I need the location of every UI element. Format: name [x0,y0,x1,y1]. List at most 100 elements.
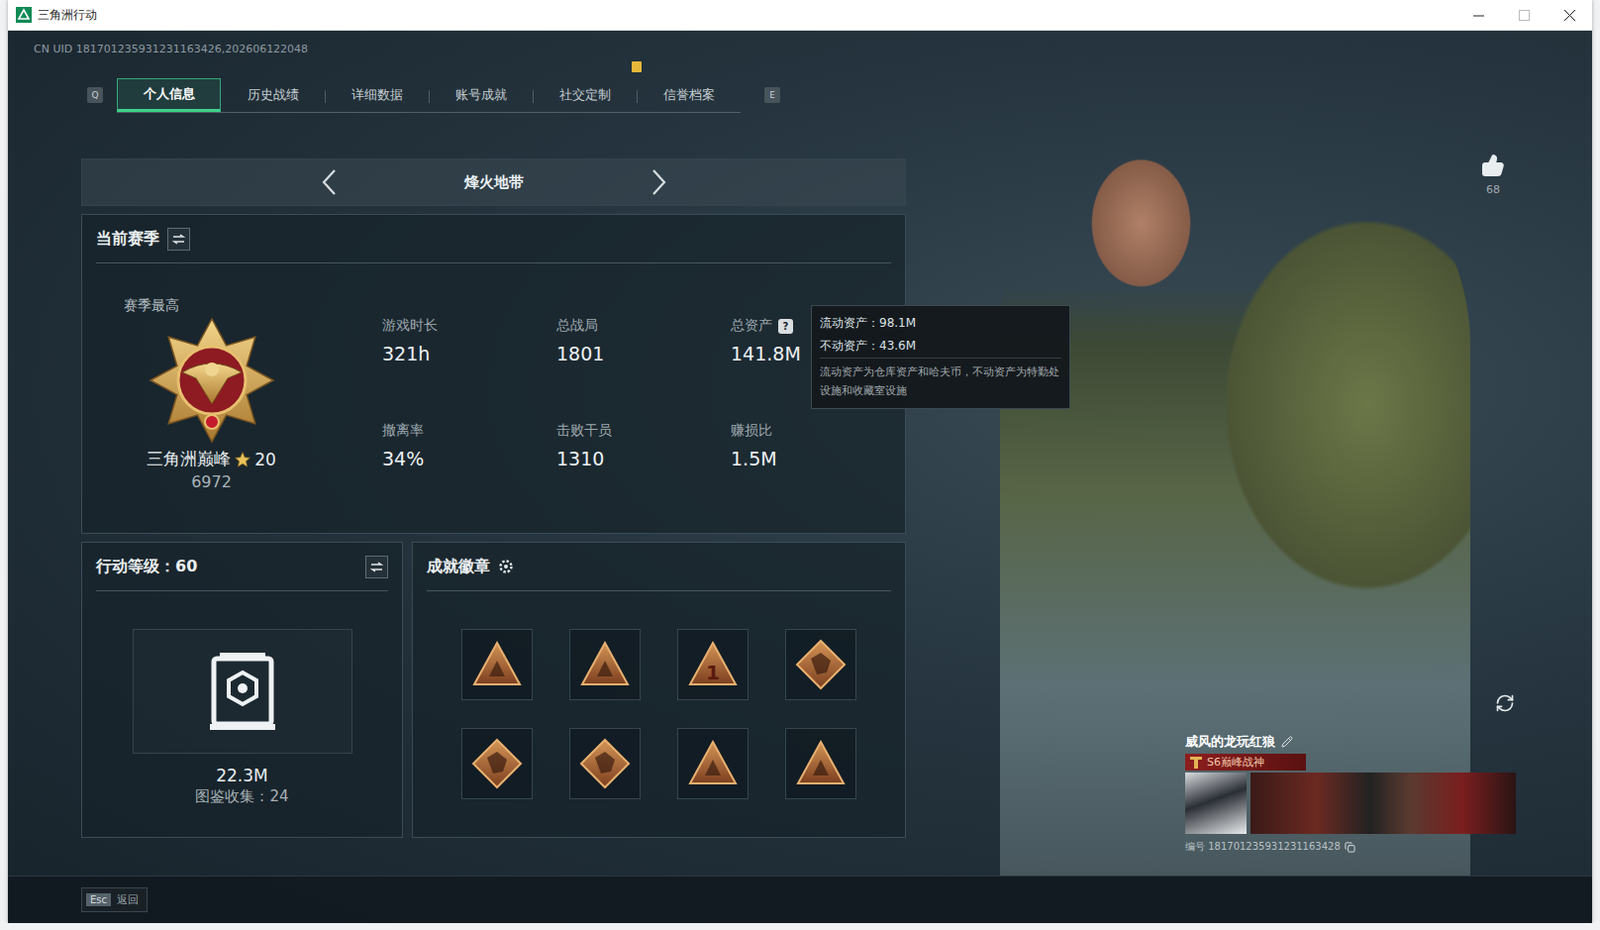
minimize-button[interactable] [1455,0,1501,30]
swap-icon [370,561,384,573]
svg-text:1: 1 [705,660,720,685]
refresh-button[interactable] [1495,693,1515,713]
swap-level-button[interactable] [365,555,389,579]
footer-bar: Esc 返回 [7,875,1593,923]
tab-notice-badge [631,61,642,73]
back-button[interactable]: Esc 返回 [81,887,148,912]
edit-name-button[interactable] [1281,735,1294,748]
back-label: 返回 [116,892,139,907]
diamond-badge-icon [579,737,631,790]
chevron-right-icon [651,168,668,197]
player-card: 威风的龙玩红狼 S6巅峰战神编号 181701235931231163428 [1185,732,1522,854]
rank-emblem-icon [142,314,282,446]
rank-row: 三角洲巅峰20 [146,447,277,471]
tab[interactable]: 信誉档案 [636,78,741,112]
minimize-icon [1473,9,1485,21]
diamond-badge-icon [471,737,523,790]
best-label: 赛季最高 [123,297,180,315]
next-mode-button[interactable] [644,167,675,198]
tab[interactable]: 历史战绩 [220,78,325,112]
copy-id-button[interactable] [1344,841,1356,853]
badge-slot[interactable] [569,628,641,700]
stats-grid: 游戏时长 321h 总战局 1801总资产?141.8M流动资产：98.1M不动资产：… [382,316,905,492]
tab[interactable]: 社交定制 [532,78,637,112]
stat-label: 游戏时长 [382,316,557,335]
thumbs-up-icon [1481,153,1505,178]
esc-key: Esc [86,893,111,906]
next-tab-key[interactable]: E [764,87,781,103]
copy-icon [1344,841,1356,853]
badge-slot[interactable]: 1 [677,628,749,700]
tooltip-note: 流动资产为仓库资产和哈夫币，不动资产为特勤处设施和收藏室设施 [819,362,1062,400]
stat-label: 赚损比 [730,421,905,440]
player-banner[interactable] [1250,772,1516,834]
stat-value: 34% [382,447,557,470]
stat-label: 撤离率 [382,421,557,440]
panel-title: 行动等级：60 [96,556,358,578]
title-bar: 三角洲行动 [7,0,1593,31]
level-case-icon [207,650,278,732]
player-avatar[interactable] [1185,772,1247,834]
like-box: 68 [1481,153,1505,197]
triangle-badge-icon [579,638,631,691]
close-button[interactable] [1546,0,1593,30]
panel-title: 成就徽章 [426,556,491,578]
chevron-left-icon [320,168,337,197]
player-title: S6巅峰战神 [1185,753,1306,771]
level-showcase [132,628,353,754]
rank-stars: 20 [254,449,277,470]
window-title: 三角洲行动 [37,6,1456,24]
player-id-row: 编号 181701235931231163428 [1185,839,1522,854]
swap-season-button[interactable] [167,227,191,251]
player-images [1185,772,1522,834]
prev-tab-key[interactable]: Q [87,87,103,103]
player-name: 威风的龙玩红狼 [1185,732,1276,751]
badge-settings-button[interactable] [498,558,514,575]
stat-label: 总战局 [556,316,731,335]
tooltip-line: 流动资产：98.1M [819,311,1062,335]
badge-slot[interactable] [461,628,533,700]
game-area: CN UID 181701235931231163426,20260612204… [7,30,1593,923]
stat: 总战局 1801 [556,316,731,365]
panel-header: 成就徽章 [426,542,892,592]
badge-slot[interactable] [569,727,641,800]
badge-slot[interactable] [461,727,533,800]
badge-slot[interactable] [785,727,857,800]
season-panel: 当前赛季赛季最高三角洲巅峰206972 游戏时长 321h 总战局 1801总资产?14… [81,213,906,534]
maximize-icon [1518,9,1530,21]
stat-value: 321h [382,342,557,365]
badge-slot[interactable] [677,727,749,800]
badge-slot[interactable] [785,628,857,700]
stat: 赚损比1.5M [730,421,905,470]
main: CN UID 181701235931231163426,20260612204… [7,30,1593,876]
player-id: 编号 181701235931231163428 [1185,839,1341,854]
tab[interactable]: 个人信息 [116,78,221,112]
stat-value: 1801 [556,342,731,365]
name-row: 威风的龙玩红狼 [1185,732,1522,751]
achievements-panel: 成就徽章 1 [411,541,906,838]
like-count: 68 [1486,183,1500,197]
triangle-badge-icon [795,737,847,790]
stat: 撤离率 34% [382,421,557,470]
level-body: 22.3M图鉴收集：24 [82,591,402,806]
diamond-badge-icon [795,638,847,691]
maximize-button[interactable] [1500,0,1547,30]
profile-column: CN UID 181701235931231163426,20260612204… [33,30,906,876]
badge-grid: 1 [412,628,905,800]
stat: 总资产?141.8M流动资产：98.1M不动资产：43.6M流动资产为仓库资产和… [730,316,905,365]
game-window: 三角洲行动 CN UID 181701235931231163426,202606… [7,0,1593,923]
prev-mode-button[interactable] [313,167,344,198]
rank-block: 赛季最高三角洲巅峰206972 [109,297,313,492]
bottom-panels: 行动等级：60 22.3M图鉴收集：24 成就徽章 1 [81,541,906,838]
help-button[interactable]: ? [778,318,794,334]
tab[interactable]: 详细数据 [324,78,429,112]
rank-score: 6972 [191,472,232,492]
title-emblem-icon [1189,755,1203,770]
tabs-row: Q 个人信息历史战绩详细数据账号成就社交定制信誉档案 E [81,78,906,112]
like-button[interactable] [1481,153,1505,178]
pencil-icon [1281,735,1294,748]
tab[interactable]: 账号成就 [428,78,533,112]
panel-title: 当前赛季 [96,228,160,250]
refresh-icon [1495,693,1515,713]
panel-header: 行动等级：60 [96,542,389,592]
